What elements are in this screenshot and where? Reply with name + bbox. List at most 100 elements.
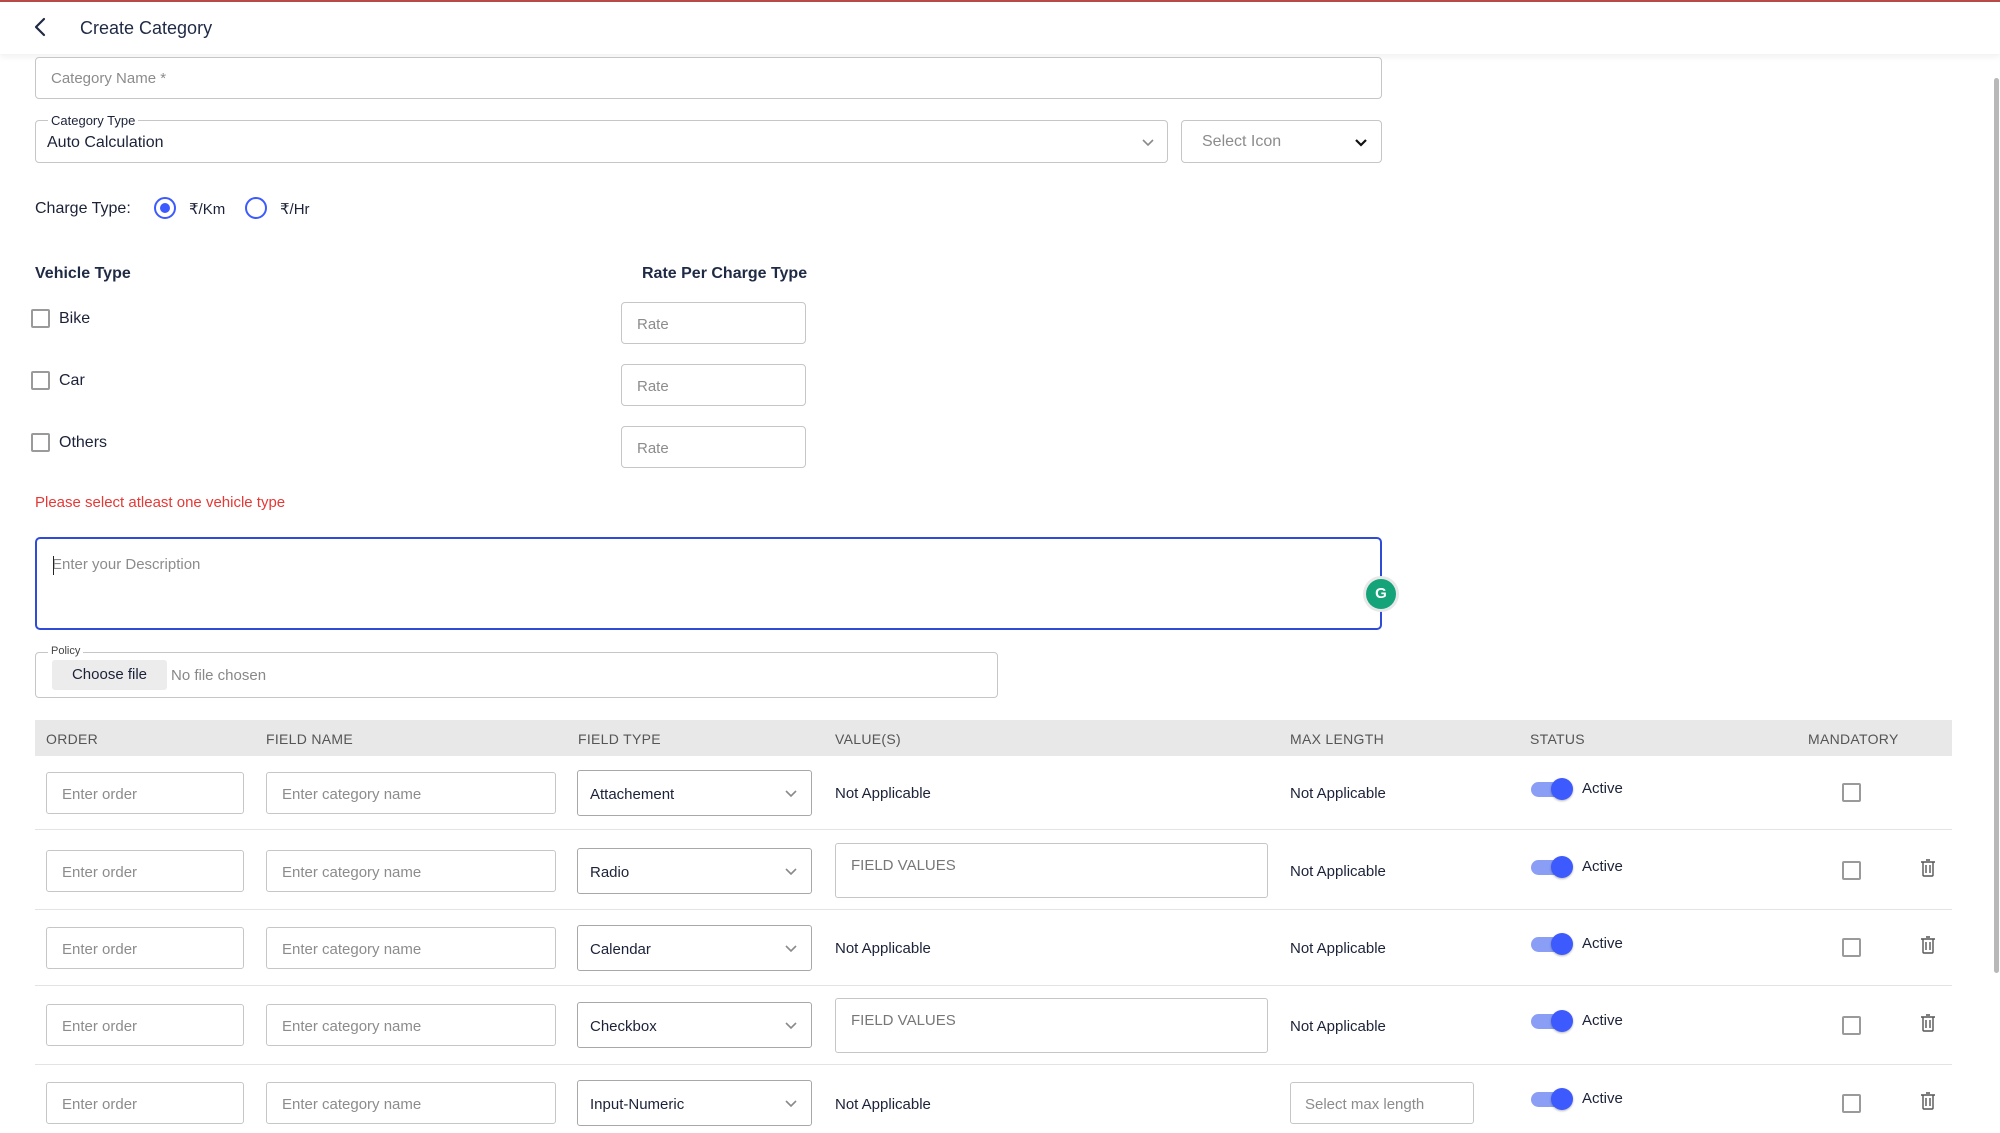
status-toggle[interactable] [1531,778,1573,800]
radio-per-km-label: ₹/Km [189,201,226,218]
chevron-down-icon [1142,139,1154,147]
back-arrow-icon[interactable] [30,16,52,38]
status-toggle[interactable] [1531,856,1573,878]
radio-per-hr-label: ₹/Hr [280,201,310,218]
category-name-placeholder: Category Name * [51,70,167,87]
chevron-down-icon [785,1100,797,1108]
trash-icon[interactable] [1920,936,1936,954]
order-input[interactable]: Enter order [46,927,244,969]
checkbox-car[interactable] [31,371,50,390]
category-type-label: Category Type [48,113,139,128]
grammarly-icon[interactable]: G [1366,579,1396,609]
row-divider [35,829,1952,830]
field-type-select[interactable]: Calendar [577,925,812,971]
scrollbar-thumb[interactable] [1994,78,1999,973]
description-textarea[interactable]: Enter your Description G [35,537,1396,630]
order-placeholder: Enter order [62,941,138,958]
vehicle-type-heading: Vehicle Type [35,265,131,282]
rate-per-charge-heading: Rate Per Charge Type [642,265,808,282]
chevron-down-icon [785,790,797,798]
vehicle-label-bike: Bike [59,310,91,327]
field-type-value: Attachement [590,786,675,803]
select-icon-placeholder: Select Icon [1202,133,1282,150]
col-field-type: FIELD TYPE [578,731,661,747]
checkbox-others[interactable] [31,433,50,452]
toggle-knob [1551,778,1573,800]
policy-label: Policy [48,645,84,657]
field-name-input[interactable]: Enter category name [266,850,556,892]
field-name-input[interactable]: Enter category name [266,927,556,969]
mandatory-checkbox[interactable] [1842,861,1861,880]
status-text: Active [1582,1090,1623,1107]
app-header: Create Category [0,2,2000,54]
trash-icon[interactable] [1920,1092,1936,1110]
mandatory-checkbox[interactable] [1842,1016,1861,1035]
max-length-text: Not Applicable [1290,785,1386,802]
field-type-select[interactable]: Input-Numeric [577,1080,812,1126]
order-input[interactable]: Enter order [46,1004,244,1046]
status-text: Active [1582,1012,1623,1029]
col-field-name: FIELD NAME [266,731,354,747]
rate-placeholder: Rate [637,378,669,395]
row-divider [35,909,1952,910]
toggle-knob [1551,856,1573,878]
max-length-select[interactable]: Select max length [1290,1082,1474,1124]
col-order: ORDER [46,731,99,747]
field-type-select[interactable]: Checkbox [577,1002,812,1048]
trash-icon[interactable] [1920,859,1936,877]
field-type-select[interactable]: Attachement [577,770,812,816]
charge-type-label: Charge Type: [35,200,131,217]
page-title: Create Category [80,18,213,38]
field-type-select[interactable]: Radio [577,848,812,894]
field-values-placeholder: FIELD VALUES [851,857,956,874]
max-length-text: Not Applicable [1290,1018,1386,1035]
rate-input-bike[interactable]: Rate [621,302,806,344]
category-name-input[interactable]: Category Name * [35,57,1382,99]
order-placeholder: Enter order [62,864,138,881]
field-name-placeholder: Enter category name [282,941,422,958]
field-values-input[interactable]: FIELD VALUES [835,843,1268,898]
max-length-placeholder: Select max length [1305,1096,1425,1113]
status-toggle[interactable] [1531,1010,1573,1032]
category-type-value: Auto Calculation [47,134,164,151]
category-type-select[interactable]: Category Type Auto Calculation [35,113,1168,163]
choose-file-button[interactable]: Choose file [52,660,167,690]
order-input[interactable]: Enter order [46,850,244,892]
radio-selected-dot [160,203,170,213]
order-placeholder: Enter order [62,1096,138,1113]
status-text: Active [1582,780,1623,797]
mandatory-checkbox[interactable] [1842,783,1861,802]
mandatory-checkbox[interactable] [1842,938,1861,957]
max-length-text: Not Applicable [1290,940,1386,957]
status-toggle[interactable] [1531,933,1573,955]
rate-placeholder: Rate [637,316,669,333]
select-icon-dropdown[interactable]: Select Icon [1181,120,1382,163]
chevron-down-icon [785,868,797,876]
toggle-knob [1551,1010,1573,1032]
field-values-placeholder: FIELD VALUES [851,1012,956,1029]
checkbox-bike[interactable] [31,309,50,328]
rate-input-others[interactable]: Rate [621,426,806,468]
field-values-input[interactable]: FIELD VALUES [835,998,1268,1053]
field-type-value: Radio [590,864,630,881]
field-type-value: Checkbox [590,1018,657,1035]
field-name-input[interactable]: Enter category name [266,772,556,814]
fields-table-header: ORDER FIELD NAME FIELD TYPE VALUE(S) MAX… [35,720,1952,756]
field-name-input[interactable]: Enter category name [266,1082,556,1124]
field-name-placeholder: Enter category name [282,1096,422,1113]
order-input[interactable]: Enter order [46,1082,244,1124]
field-name-placeholder: Enter category name [282,864,422,881]
order-input[interactable]: Enter order [46,772,244,814]
rate-input-car[interactable]: Rate [621,364,806,406]
mandatory-checkbox[interactable] [1842,1094,1861,1113]
order-placeholder: Enter order [62,1018,138,1035]
create-category-page: Create Category Category Name * Category… [0,0,2000,1133]
trash-icon[interactable] [1920,1014,1936,1032]
max-length-text: Not Applicable [1290,863,1386,880]
radio-per-km[interactable] [154,197,176,219]
field-name-input[interactable]: Enter category name [266,1004,556,1046]
radio-per-hr[interactable] [245,197,267,219]
values-text: Not Applicable [835,940,931,957]
status-toggle[interactable] [1531,1088,1573,1110]
chevron-down-icon [1355,139,1367,147]
